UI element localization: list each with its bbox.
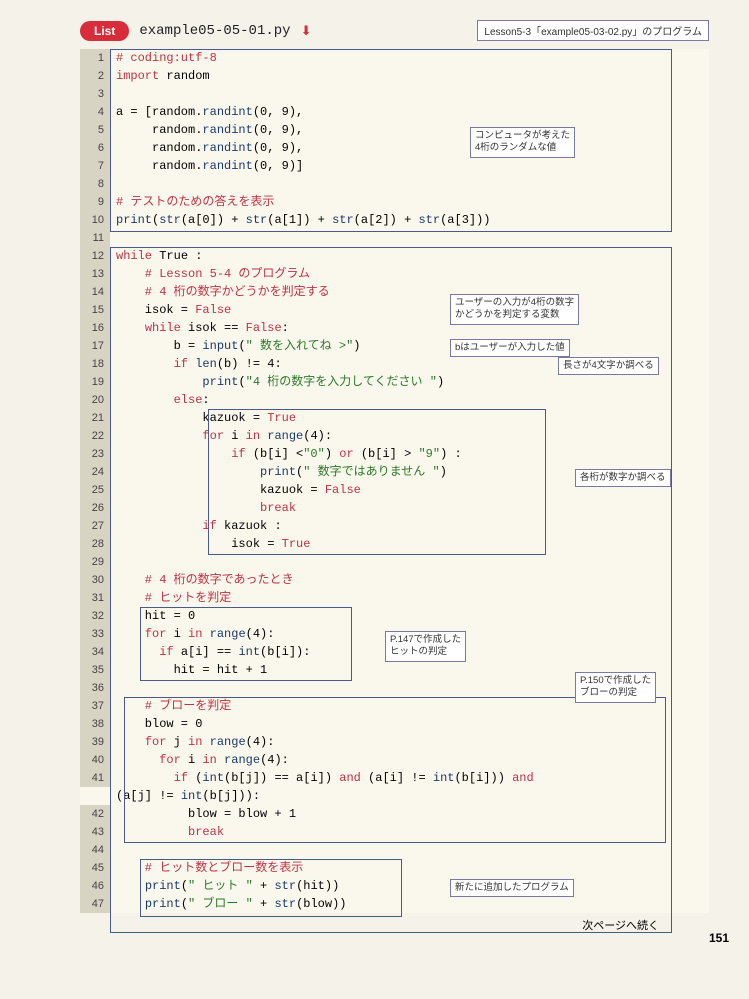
continue-text: 次ページへ続く: [80, 917, 659, 933]
code-line: hit = 0: [110, 607, 709, 625]
code-line: print(" ブロー " + str(blow)): [110, 895, 709, 913]
lineno: 18: [80, 355, 110, 373]
lineno: 21: [80, 409, 110, 427]
lineno: 23: [80, 445, 110, 463]
code-line: b = input(" 数を入れてね >"): [110, 337, 709, 355]
lineno: 10: [80, 211, 110, 229]
lineno: 29: [80, 553, 110, 571]
code-line: print(str(a[0]) + str(a[1]) + str(a[2]) …: [110, 211, 709, 229]
lineno: 2: [80, 67, 110, 85]
lineno: 36: [80, 679, 110, 697]
code-line: import random: [110, 67, 709, 85]
reference-box: Lesson5-3「example05-03-02.py」のプログラム: [477, 20, 709, 41]
lineno: 41: [80, 769, 110, 787]
lineno: 43: [80, 823, 110, 841]
lineno: 46: [80, 877, 110, 895]
note-new: 新たに追加したプログラム: [450, 879, 574, 897]
code-line: # 4 桁の数字であったとき: [110, 571, 709, 589]
code-line: # Lesson 5-4 のプログラム: [110, 265, 709, 283]
lineno: 15: [80, 301, 110, 319]
code-line: while isok == False:: [110, 319, 709, 337]
code-line: blow = blow + 1: [110, 805, 709, 823]
code-line: # coding:utf-8: [110, 49, 709, 67]
lineno: 13: [80, 265, 110, 283]
lineno: 22: [80, 427, 110, 445]
lineno: 11: [80, 229, 110, 247]
lineno: 37: [80, 697, 110, 715]
lineno: 26: [80, 499, 110, 517]
lineno: 1: [80, 49, 110, 67]
lineno: 45: [80, 859, 110, 877]
code-line: print("4 桁の数字を入力してください "): [110, 373, 709, 391]
code-line: if kazuok :: [110, 517, 709, 535]
code-line: for j in range(4):: [110, 733, 709, 751]
code-line: # ヒット数とブロー数を表示: [110, 859, 709, 877]
header: List example05-05-01.py ⬇ Lesson5-3「exam…: [80, 20, 709, 41]
lineno: 5: [80, 121, 110, 139]
list-badge: List: [80, 21, 129, 41]
lineno: 33: [80, 625, 110, 643]
lineno: 27: [80, 517, 110, 535]
download-icon: ⬇: [301, 23, 312, 39]
lineno: 8: [80, 175, 110, 193]
code-line: # テストのための答えを表示: [110, 193, 709, 211]
lineno: 4: [80, 103, 110, 121]
lineno: 25: [80, 481, 110, 499]
code-line: isok = True: [110, 535, 709, 553]
note-digit: 各桁が数字か調べる: [575, 469, 671, 487]
lineno: 28: [80, 535, 110, 553]
lineno: 40: [80, 751, 110, 769]
lineno: 32: [80, 607, 110, 625]
code-line: a = [random.randint(0, 9),: [110, 103, 709, 121]
note-blow: P.150で作成した ブローの判定: [575, 672, 656, 703]
lineno: 20: [80, 391, 110, 409]
lineno: 34: [80, 643, 110, 661]
code-line: for i in range(4):: [110, 427, 709, 445]
lineno: 47: [80, 895, 110, 913]
code-line: random.randint(0, 9),: [110, 121, 709, 139]
lineno: 39: [80, 733, 110, 751]
lineno: 19: [80, 373, 110, 391]
note-hit: P.147で作成した ヒットの判定: [385, 631, 466, 662]
code-line: # ヒットを判定: [110, 589, 709, 607]
lineno: 17: [80, 337, 110, 355]
filename: example05-05-01.py: [139, 23, 290, 39]
note-b: bはユーザーが入力した値: [450, 339, 570, 357]
code-line: for i in range(4):: [110, 751, 709, 769]
code-line: else:: [110, 391, 709, 409]
lineno: 9: [80, 193, 110, 211]
code-line: random.randint(0, 9),: [110, 139, 709, 157]
code-line: break: [110, 823, 709, 841]
note-random: コンピュータが考えた 4桁のランダムな値: [470, 127, 575, 158]
code-line: isok = False: [110, 301, 709, 319]
code-line: if (b[i] <"0") or (b[i] > "9") :: [110, 445, 709, 463]
code-line: random.randint(0, 9)]: [110, 157, 709, 175]
lineno: 38: [80, 715, 110, 733]
code-line: while True :: [110, 247, 709, 265]
code-line: (a[j] != int(b[j])):: [110, 787, 709, 805]
code-line: kazuok = True: [110, 409, 709, 427]
lineno: 31: [80, 589, 110, 607]
note-isok: ユーザーの入力が4桁の数字 かどうかを判定する変数: [450, 294, 579, 325]
lineno: 6: [80, 139, 110, 157]
lineno: 7: [80, 157, 110, 175]
code-area: コンピュータが考えた 4桁のランダムな値 ユーザーの入力が4桁の数字 かどうかを…: [80, 49, 709, 913]
lineno: 44: [80, 841, 110, 859]
code-line: break: [110, 499, 709, 517]
code-line: # 4 桁の数字かどうかを判定する: [110, 283, 709, 301]
note-len: 長さが4文字か調べる: [558, 357, 659, 375]
lineno: 35: [80, 661, 110, 679]
page-number: 151: [709, 931, 729, 945]
lineno: 30: [80, 571, 110, 589]
code-line: blow = 0: [110, 715, 709, 733]
lineno: 14: [80, 283, 110, 301]
lineno: 12: [80, 247, 110, 265]
lineno: 24: [80, 463, 110, 481]
lineno: 42: [80, 805, 110, 823]
code-line: if (int(b[j]) == a[i]) and (a[i] != int(…: [110, 769, 709, 787]
lineno: 16: [80, 319, 110, 337]
code-line: print(" ヒット " + str(hit)): [110, 877, 709, 895]
lineno: 3: [80, 85, 110, 103]
